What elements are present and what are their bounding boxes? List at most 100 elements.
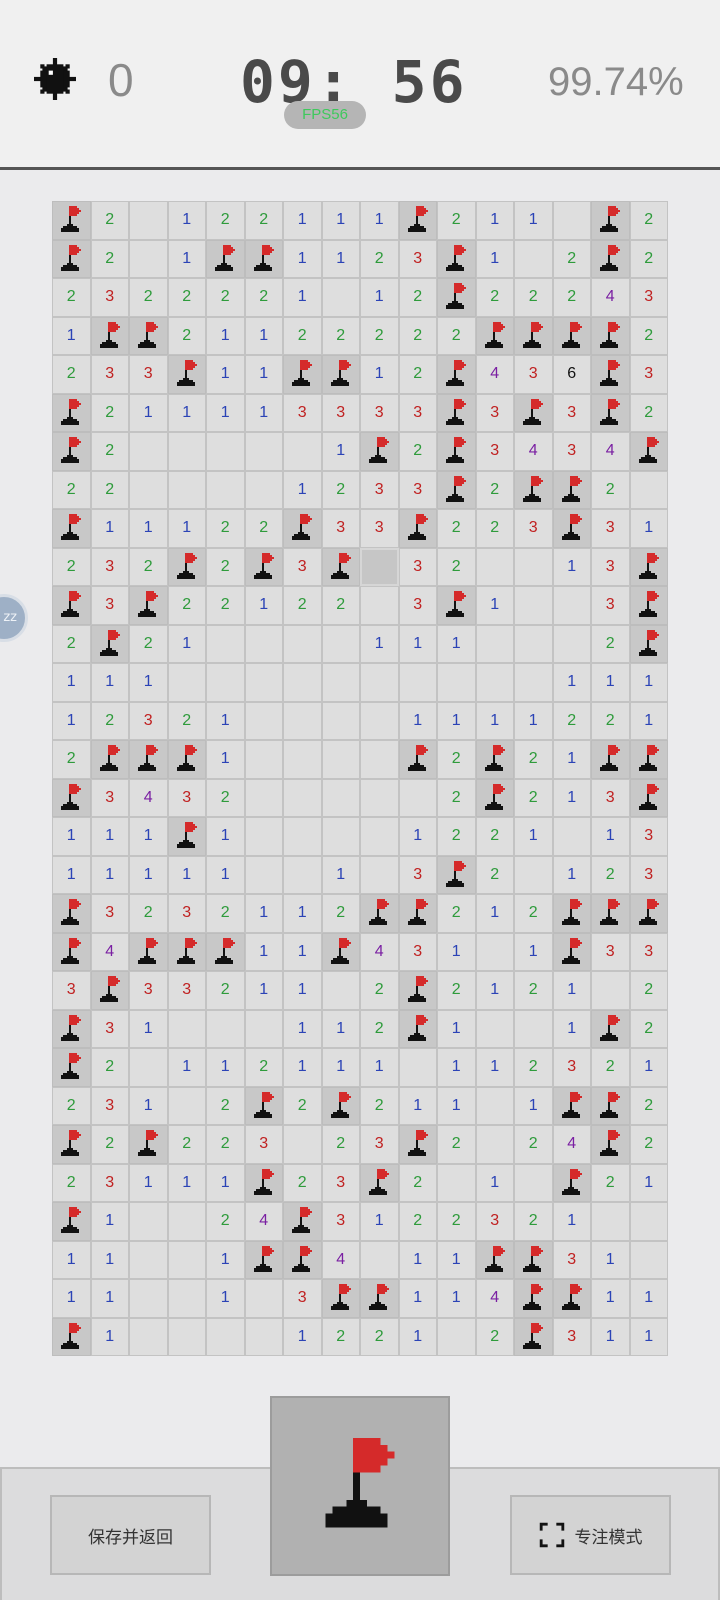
empty-cell[interactable] <box>244 1317 283 1356</box>
number-cell[interactable]: 3 <box>90 586 129 625</box>
number-cell[interactable]: 3 <box>283 1279 322 1318</box>
number-cell[interactable]: 2 <box>437 971 476 1010</box>
number-cell[interactable]: 1 <box>475 971 514 1010</box>
number-cell[interactable]: 3 <box>591 932 630 971</box>
number-cell[interactable]: 2 <box>129 894 168 933</box>
number-cell[interactable]: 1 <box>129 817 168 856</box>
number-cell[interactable]: 2 <box>514 894 553 933</box>
number-cell[interactable]: 3 <box>398 239 437 278</box>
empty-cell[interactable] <box>244 470 283 509</box>
empty-cell[interactable] <box>167 470 206 509</box>
number-cell[interactable]: 2 <box>591 1048 630 1087</box>
number-cell[interactable]: 1 <box>129 1009 168 1048</box>
empty-cell[interactable] <box>552 586 591 625</box>
flagged-cell[interactable] <box>90 624 129 663</box>
empty-cell[interactable] <box>129 432 168 471</box>
number-cell[interactable]: 2 <box>90 470 129 509</box>
flagged-cell[interactable] <box>398 894 437 933</box>
number-cell[interactable]: 3 <box>321 509 360 548</box>
number-cell[interactable]: 3 <box>283 393 322 432</box>
floating-assist-bubble[interactable]: zz <box>0 594 28 642</box>
number-cell[interactable]: 3 <box>591 778 630 817</box>
number-cell[interactable]: 1 <box>129 509 168 548</box>
number-cell[interactable]: 1 <box>52 817 91 856</box>
flagged-cell[interactable] <box>552 470 591 509</box>
flagged-cell[interactable] <box>552 316 591 355</box>
number-cell[interactable]: 2 <box>129 278 168 317</box>
number-cell[interactable]: 3 <box>398 470 437 509</box>
number-cell[interactable]: 1 <box>283 239 322 278</box>
empty-cell[interactable] <box>321 701 360 740</box>
number-cell[interactable]: 1 <box>90 1279 129 1318</box>
number-cell[interactable]: 2 <box>437 1125 476 1164</box>
number-cell[interactable]: 2 <box>591 470 630 509</box>
number-cell[interactable]: 1 <box>90 1240 129 1279</box>
empty-cell[interactable] <box>129 1317 168 1356</box>
empty-cell[interactable] <box>283 778 322 817</box>
empty-cell[interactable] <box>475 663 514 702</box>
flagged-cell[interactable] <box>52 778 91 817</box>
number-cell[interactable]: 2 <box>629 1009 668 1048</box>
number-cell[interactable]: 3 <box>167 894 206 933</box>
flagged-cell[interactable] <box>591 894 630 933</box>
empty-cell[interactable] <box>129 1202 168 1241</box>
number-cell[interactable]: 4 <box>244 1202 283 1241</box>
number-cell[interactable]: 1 <box>437 1279 476 1318</box>
number-cell[interactable]: 2 <box>514 971 553 1010</box>
number-cell[interactable]: 3 <box>552 393 591 432</box>
number-cell[interactable]: 4 <box>360 932 399 971</box>
flagged-cell[interactable] <box>591 1125 630 1164</box>
number-cell[interactable]: 2 <box>360 1086 399 1125</box>
number-cell[interactable]: 1 <box>283 932 322 971</box>
number-cell[interactable]: 1 <box>283 201 322 240</box>
empty-cell[interactable] <box>244 855 283 894</box>
unopened-cell[interactable] <box>360 547 399 586</box>
flagged-cell[interactable] <box>206 239 245 278</box>
number-cell[interactable]: 1 <box>475 701 514 740</box>
number-cell[interactable]: 1 <box>321 1048 360 1087</box>
number-cell[interactable]: 2 <box>552 278 591 317</box>
flagged-cell[interactable] <box>360 1279 399 1318</box>
number-cell[interactable]: 3 <box>90 1163 129 1202</box>
number-cell[interactable]: 2 <box>52 355 91 394</box>
number-cell[interactable]: 1 <box>206 355 245 394</box>
number-cell[interactable]: 1 <box>398 701 437 740</box>
number-cell[interactable]: 1 <box>244 971 283 1010</box>
empty-cell[interactable] <box>206 432 245 471</box>
number-cell[interactable]: 1 <box>206 316 245 355</box>
empty-cell[interactable] <box>629 1202 668 1241</box>
number-cell[interactable]: 2 <box>437 547 476 586</box>
number-cell[interactable]: 2 <box>52 1086 91 1125</box>
number-cell[interactable]: 1 <box>437 1240 476 1279</box>
empty-cell[interactable] <box>514 239 553 278</box>
number-cell[interactable]: 2 <box>206 1125 245 1164</box>
empty-cell[interactable] <box>360 663 399 702</box>
number-cell[interactable]: 3 <box>475 432 514 471</box>
empty-cell[interactable] <box>552 624 591 663</box>
flagged-cell[interactable] <box>52 432 91 471</box>
number-cell[interactable]: 4 <box>514 432 553 471</box>
number-cell[interactable]: 2 <box>629 393 668 432</box>
number-cell[interactable]: 3 <box>52 971 91 1010</box>
number-cell[interactable]: 2 <box>398 432 437 471</box>
flagged-cell[interactable] <box>206 932 245 971</box>
flagged-cell[interactable] <box>591 355 630 394</box>
number-cell[interactable]: 1 <box>52 316 91 355</box>
number-cell[interactable]: 2 <box>129 624 168 663</box>
number-cell[interactable]: 1 <box>475 894 514 933</box>
empty-cell[interactable] <box>244 701 283 740</box>
number-cell[interactable]: 1 <box>629 1163 668 1202</box>
number-cell[interactable]: 2 <box>475 817 514 856</box>
number-cell[interactable]: 4 <box>591 432 630 471</box>
number-cell[interactable]: 1 <box>552 778 591 817</box>
number-cell[interactable]: 1 <box>629 701 668 740</box>
number-cell[interactable]: 3 <box>629 278 668 317</box>
empty-cell[interactable] <box>514 1009 553 1048</box>
flagged-cell[interactable] <box>475 778 514 817</box>
number-cell[interactable]: 2 <box>514 1202 553 1241</box>
number-cell[interactable]: 1 <box>321 855 360 894</box>
number-cell[interactable]: 3 <box>129 701 168 740</box>
number-cell[interactable]: 3 <box>398 932 437 971</box>
flagged-cell[interactable] <box>591 1009 630 1048</box>
flagged-cell[interactable] <box>52 1125 91 1164</box>
